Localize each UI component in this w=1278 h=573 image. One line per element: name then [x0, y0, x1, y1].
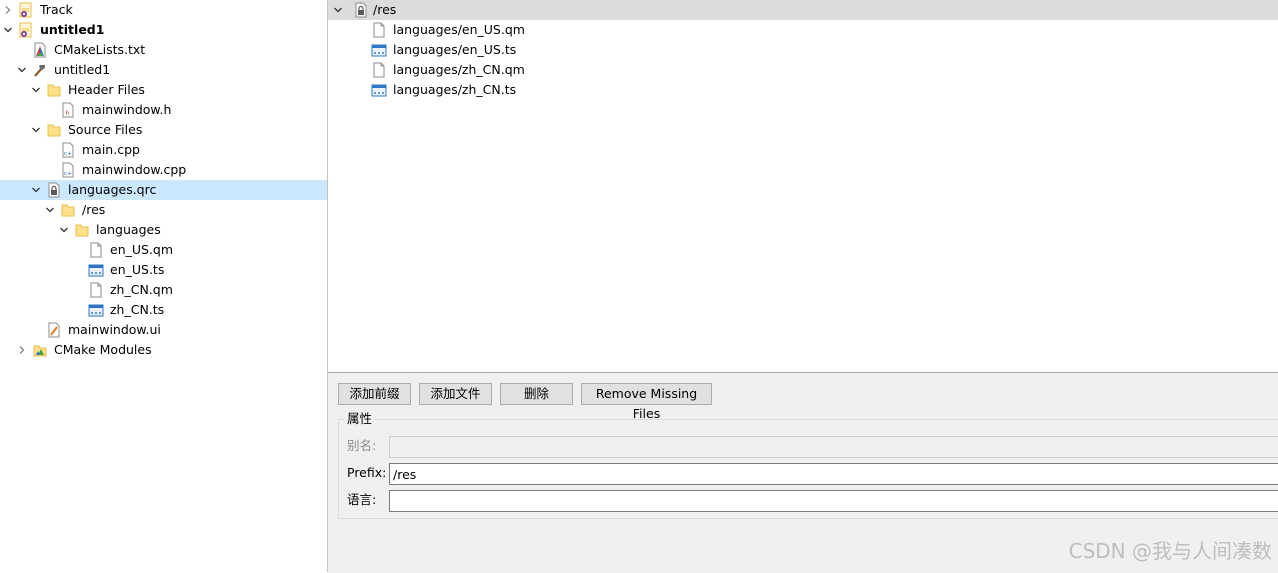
- blank-file-icon: [88, 242, 104, 258]
- resource-file-row[interactable]: languages/en_US.qm: [328, 20, 1278, 40]
- tree-item[interactable]: CMakeLists.txt: [0, 40, 327, 60]
- folder-icon: [60, 202, 76, 218]
- tree-item-label: untitled1: [54, 62, 111, 77]
- project-tree[interactable]: Track untitled1 CMakeLists.txt untitled1 Hea…: [0, 0, 328, 572]
- chevron-down-icon[interactable]: [30, 80, 42, 100]
- chevron-right-icon[interactable]: [2, 0, 14, 20]
- folder-icon: [46, 82, 62, 98]
- alias-input[interactable]: [389, 436, 1278, 458]
- build-target-icon: [32, 62, 48, 78]
- blank-file-icon: [371, 22, 387, 38]
- ui-file-icon: [46, 322, 62, 338]
- chevron-down-icon[interactable]: [30, 180, 42, 200]
- header-file-icon: h: [60, 102, 76, 118]
- resource-file-label: languages/en_US.qm: [393, 22, 525, 37]
- tree-item-label: mainwindow.cpp: [82, 162, 187, 177]
- svg-text:h: h: [66, 110, 70, 117]
- resource-file-row[interactable]: languages/en_US.ts: [328, 40, 1278, 60]
- tree-item[interactable]: untitled1: [0, 20, 327, 40]
- svg-text:c+: c+: [64, 171, 72, 177]
- ts-file-icon: [371, 82, 387, 98]
- tree-item-label: en_US.ts: [110, 262, 165, 277]
- tree-item[interactable]: c+ main.cpp: [0, 140, 327, 160]
- prefix-label: Prefix:: [347, 465, 387, 480]
- tree-item-label: languages.qrc: [68, 182, 157, 197]
- chevron-down-icon[interactable]: [58, 220, 70, 240]
- prefix-input[interactable]: [389, 463, 1278, 485]
- chevron-down-icon[interactable]: [2, 20, 14, 40]
- ts-file-icon: [88, 302, 104, 318]
- ts-file-icon: [88, 262, 104, 278]
- tree-item[interactable]: zh_CN.qm: [0, 280, 327, 300]
- tree-item-label: zh_CN.qm: [110, 282, 173, 297]
- resource-file-label: languages/zh_CN.ts: [393, 82, 517, 97]
- tree-item[interactable]: zh_CN.ts: [0, 300, 327, 320]
- remove-missing-files-button[interactable]: Remove Missing Files: [581, 383, 712, 421]
- tree-item-label: /res: [82, 202, 106, 217]
- chevron-down-icon[interactable]: [332, 0, 344, 20]
- resource-file-label: languages/en_US.ts: [393, 42, 517, 57]
- resource-prefix-label: /res: [373, 2, 397, 17]
- remove-button[interactable]: 删除: [500, 383, 573, 405]
- tree-item[interactable]: CMake Modules: [0, 340, 327, 360]
- chevron-down-icon[interactable]: [16, 60, 28, 80]
- chevron-down-icon[interactable]: [44, 200, 56, 220]
- resource-file-row[interactable]: languages/zh_CN.ts: [328, 80, 1278, 100]
- folder-icon: [74, 222, 90, 238]
- tree-item[interactable]: Track: [0, 0, 327, 20]
- cmake-file-icon: [32, 42, 48, 58]
- tree-item-label: Header Files: [68, 82, 145, 97]
- chevron-down-icon[interactable]: [30, 120, 42, 140]
- tree-item-label: mainwindow.ui: [68, 322, 161, 337]
- tree-item[interactable]: untitled1: [0, 60, 327, 80]
- tree-item[interactable]: Source Files: [0, 120, 327, 140]
- tree-item[interactable]: /res: [0, 200, 327, 220]
- resource-file-row[interactable]: languages/zh_CN.qm: [328, 60, 1278, 80]
- chevron-right-icon[interactable]: [16, 340, 28, 360]
- properties-title: 属性: [344, 411, 376, 427]
- tree-item[interactable]: en_US.ts: [0, 260, 327, 280]
- ts-file-icon: [371, 42, 387, 58]
- tree-item-label: zh_CN.ts: [110, 302, 165, 317]
- tree-item[interactable]: languages: [0, 220, 327, 240]
- tree-item[interactable]: Header Files: [0, 80, 327, 100]
- cpp-file-icon: c+: [60, 142, 76, 158]
- svg-text:c+: c+: [64, 151, 72, 157]
- watermark: CSDN @我与人间凑数: [1068, 539, 1272, 563]
- tree-item-label: languages: [96, 222, 161, 237]
- add-files-button[interactable]: 添加文件: [419, 383, 492, 405]
- resource-prefix-row[interactable]: /res: [328, 0, 1278, 20]
- tree-item-label: untitled1: [40, 22, 105, 37]
- resource-file-label: languages/zh_CN.qm: [393, 62, 525, 77]
- qt-project-icon: [18, 22, 34, 38]
- cpp-file-icon: c+: [60, 162, 76, 178]
- alias-label: 别名:: [347, 438, 377, 453]
- resource-tree[interactable]: /res languages/en_US.qm languages/en_US.t…: [328, 0, 1278, 372]
- qt-project-icon: [18, 2, 34, 18]
- tree-item[interactable]: languages.qrc: [0, 180, 327, 200]
- blank-file-icon: [88, 282, 104, 298]
- tree-item-label: en_US.qm: [110, 242, 174, 257]
- tree-item[interactable]: h mainwindow.h: [0, 100, 327, 120]
- qrc-file-icon: [353, 2, 369, 18]
- tree-item[interactable]: mainwindow.ui: [0, 320, 327, 340]
- qrc-file-icon: [46, 182, 62, 198]
- tree-item[interactable]: en_US.qm: [0, 240, 327, 260]
- blank-file-icon: [371, 62, 387, 78]
- tree-item-label: Source Files: [68, 122, 143, 137]
- add-prefix-button[interactable]: 添加前缀: [338, 383, 411, 405]
- tree-item-label: CMakeLists.txt: [54, 42, 146, 57]
- tree-item-label: Track: [40, 2, 73, 17]
- folder-icon: [46, 122, 62, 138]
- language-label: 语言:: [347, 492, 377, 507]
- language-input[interactable]: [389, 490, 1278, 512]
- tree-item-label: CMake Modules: [54, 342, 152, 357]
- cmake-modules-icon: [32, 342, 48, 358]
- tree-item-label: mainwindow.h: [82, 102, 172, 117]
- tree-item-label: main.cpp: [82, 142, 140, 157]
- tree-item[interactable]: c+ mainwindow.cpp: [0, 160, 327, 180]
